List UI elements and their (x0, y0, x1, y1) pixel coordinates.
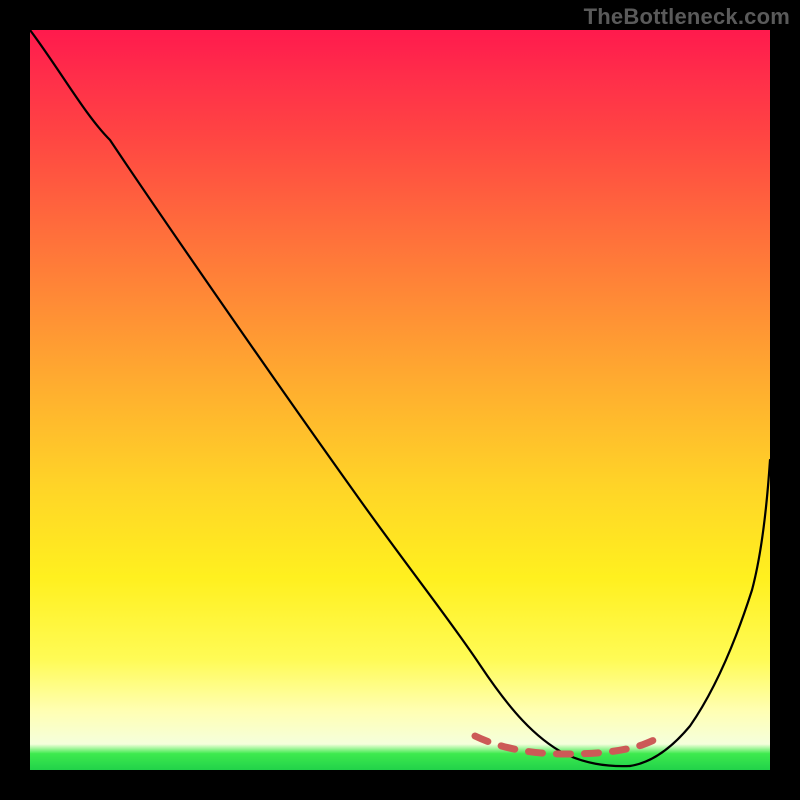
optimal-band-dashed (475, 735, 663, 754)
watermark-text: TheBottleneck.com (584, 4, 790, 30)
chart-frame: TheBottleneck.com (0, 0, 800, 800)
bottleneck-curve-right (630, 460, 770, 766)
curve-overlay (30, 30, 770, 770)
plot-area (30, 30, 770, 770)
bottleneck-curve-left (30, 30, 630, 766)
